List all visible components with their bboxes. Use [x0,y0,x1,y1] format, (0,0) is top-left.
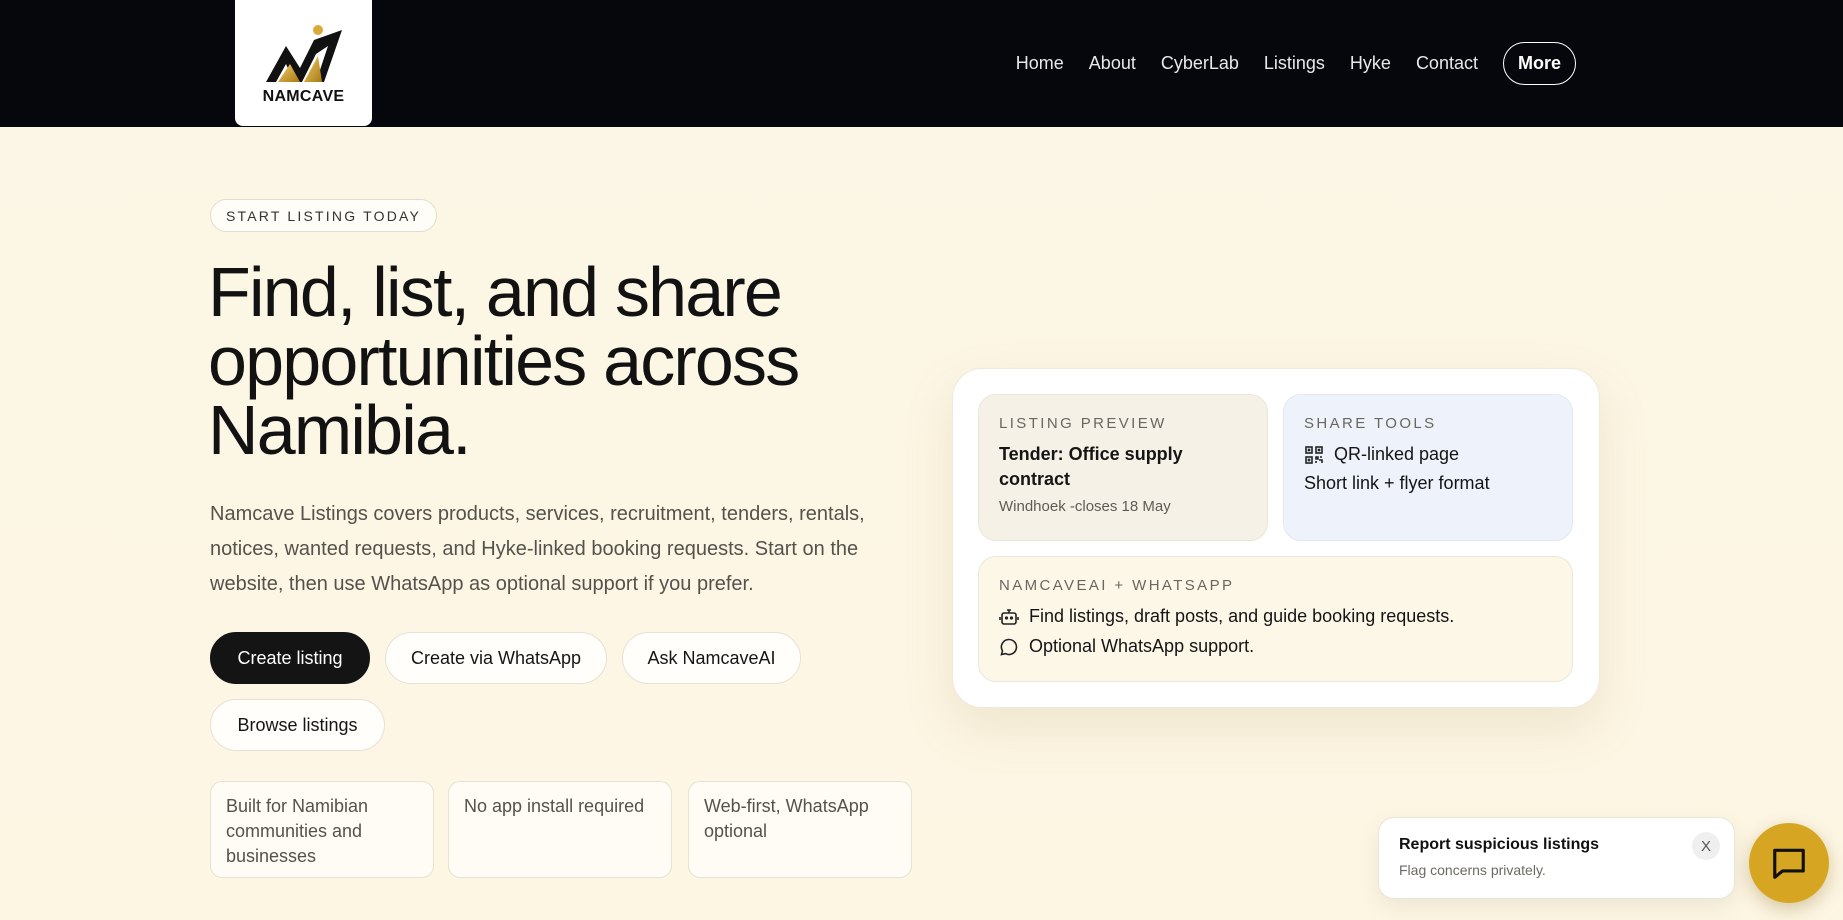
namcaveai-whatsapp-card: NAMCAVEAI + WHATSAPP Find listings, draf… [978,556,1573,682]
share-tool-text: QR-linked page [1334,444,1460,464]
listing-preview-meta: Windhoek -closes 18 May [999,498,1171,515]
nav-contact[interactable]: Contact [1416,53,1478,74]
share-tool-item: Short link + flyer format [1304,473,1490,493]
create-via-whatsapp-button[interactable]: Create via WhatsApp [385,632,607,684]
nav-listings[interactable]: Listings [1264,53,1325,74]
share-tools-card: SHARE TOOLS QR-linked page Short link + … [1283,394,1573,541]
namcave-logo-icon [265,25,342,82]
feature-card: Built for Namibian communities and busin… [210,781,434,878]
listing-preview-title: Tender: Office supply contract [999,444,1183,489]
chat-bubble-icon [1000,638,1018,656]
nav-hyke[interactable]: Hyke [1350,53,1391,74]
more-menu-button[interactable]: More [1502,42,1576,85]
feature-preview-panel: LISTING PREVIEW Tender: Office supply co… [952,368,1600,708]
ai-feature-item: Find listings, draft posts, and guide bo… [999,606,1552,627]
namcave-logo[interactable]: NAMCAVE [235,0,372,126]
hero-tag: START LISTING TODAY [210,199,438,232]
nav-home[interactable]: Home [1016,53,1064,74]
browse-listings-button[interactable]: Browse listings [210,699,385,751]
toast-title: Report suspicious listings [1399,836,1600,853]
namcaveai-whatsapp-label: NAMCAVEAI + WHATSAPP [999,577,1235,594]
main-nav: Home About CyberLab Listings Hyke Contac… [1016,42,1576,85]
nav-about[interactable]: About [1089,53,1136,74]
chat-launcher-button[interactable] [1749,823,1829,903]
listing-preview-label: LISTING PREVIEW [999,415,1167,432]
hero-title-line: Find, list, and share [208,253,783,331]
nav-cyberlab[interactable]: CyberLab [1161,53,1239,74]
ai-feature-text: Find listings, draft posts, and guide bo… [1029,606,1455,626]
feature-card: Web-first, WhatsApp optional [688,781,912,878]
hero-title-line: opportunities across [208,322,800,400]
hero-title-line: Namibia. [208,391,472,469]
ai-feature-text: Optional WhatsApp support. [1029,636,1255,656]
ai-feature-item: Optional WhatsApp support. [999,636,1552,657]
message-square-icon [1773,848,1805,879]
toast-close-button[interactable]: X [1692,832,1720,860]
ask-namcaveai-button[interactable]: Ask NamcaveAI [622,632,801,684]
create-listing-button[interactable]: Create listing [210,632,370,684]
feature-card: No app install required [448,781,672,878]
listing-preview-card[interactable]: LISTING PREVIEW Tender: Office supply co… [978,394,1268,541]
hero-description: Namcave Listings covers products, servic… [210,503,865,595]
hero-title: Find, list, and share opportunities acro… [208,257,848,465]
share-tool-item: QR-linked page [1304,444,1552,465]
qr-code-icon [1305,445,1323,464]
report-suspicious-toast[interactable]: Report suspicious listings Flag concerns… [1378,817,1735,899]
share-tools-label: SHARE TOOLS [1304,415,1437,432]
bot-icon [999,608,1019,625]
toast-subtitle: Flag concerns privately. [1399,862,1546,878]
top-navigation-bar: NAMCAVE Home About CyberLab Listings Hyk… [0,0,1843,127]
logo-wordmark: NAMCAVE [262,88,345,105]
